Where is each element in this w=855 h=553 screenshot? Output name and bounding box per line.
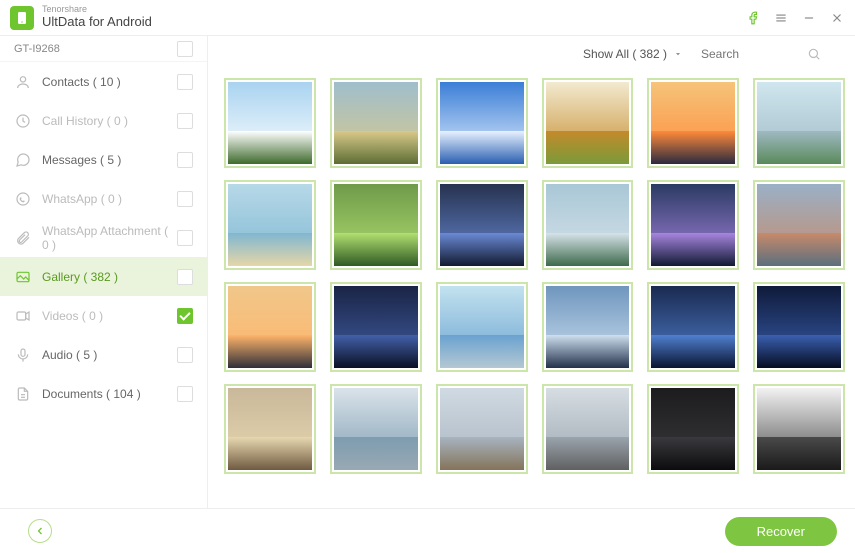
sidebar-item-checkbox[interactable] (177, 308, 193, 324)
thumbnail[interactable] (330, 180, 422, 270)
back-button[interactable] (28, 519, 52, 543)
sidebar-item-checkbox[interactable] (177, 191, 193, 207)
close-icon[interactable] (829, 10, 845, 26)
sidebar-item-label: Audio ( 5 ) (42, 348, 177, 362)
thumbnail[interactable] (224, 282, 316, 372)
sidebar-item-document[interactable]: Documents ( 104 ) (0, 374, 207, 413)
thumbnail[interactable] (224, 384, 316, 474)
menu-icon[interactable] (773, 10, 789, 26)
content-toolbar: Show All ( 382 ) (208, 36, 855, 68)
thumbnail[interactable] (753, 384, 845, 474)
whatsapp-icon (14, 190, 32, 208)
thumbnail[interactable] (330, 78, 422, 168)
thumbnail[interactable] (542, 282, 634, 372)
sidebar-item-label: Contacts ( 10 ) (42, 75, 177, 89)
thumbnail[interactable] (542, 180, 634, 270)
thumbnail[interactable] (330, 282, 422, 372)
sidebar-item-message[interactable]: Messages ( 5 ) (0, 140, 207, 179)
device-checkbox[interactable] (177, 41, 193, 57)
thumbnail[interactable] (753, 180, 845, 270)
titlebar: Tenorshare UltData for Android (0, 0, 855, 36)
footer: Recover (0, 508, 855, 553)
video-icon (14, 307, 32, 325)
thumbnail[interactable] (436, 384, 528, 474)
sidebar-item-checkbox[interactable] (177, 269, 193, 285)
thumbnail[interactable] (224, 180, 316, 270)
thumbnail[interactable] (753, 282, 845, 372)
sidebar-item-whatsapp[interactable]: WhatsApp ( 0 ) (0, 179, 207, 218)
sidebar-item-contact[interactable]: Contacts ( 10 ) (0, 62, 207, 101)
thumbnail[interactable] (647, 78, 739, 168)
sidebar-item-attachment[interactable]: WhatsApp Attachment ( 0 ) (0, 218, 207, 257)
thumbnail[interactable] (542, 384, 634, 474)
thumbnail[interactable] (647, 384, 739, 474)
sidebar: GT-I9268 Contacts ( 10 ) Call History ( 0… (0, 36, 208, 508)
sidebar-item-label: WhatsApp ( 0 ) (42, 192, 177, 206)
device-row[interactable]: GT-I9268 (0, 36, 207, 62)
filter-label: Show All ( 382 ) (583, 47, 667, 61)
minimize-icon[interactable] (801, 10, 817, 26)
sidebar-item-gallery[interactable]: Gallery ( 382 ) (0, 257, 207, 296)
sidebar-item-checkbox[interactable] (177, 152, 193, 168)
chevron-down-icon (673, 49, 683, 59)
thumbnail[interactable] (436, 282, 528, 372)
sidebar-item-label: Gallery ( 382 ) (42, 270, 177, 284)
search-box[interactable] (697, 45, 837, 63)
thumbnail-grid (208, 68, 855, 508)
thumbnail[interactable] (224, 78, 316, 168)
thumbnail[interactable] (647, 282, 739, 372)
thumbnail[interactable] (330, 384, 422, 474)
thumbnail[interactable] (647, 180, 739, 270)
thumbnail[interactable] (753, 78, 845, 168)
sidebar-item-video[interactable]: Videos ( 0 ) (0, 296, 207, 335)
feedback-icon[interactable] (745, 10, 761, 26)
search-icon (807, 47, 821, 61)
sidebar-item-checkbox[interactable] (177, 74, 193, 90)
search-input[interactable] (701, 47, 801, 61)
app-logo (10, 6, 34, 30)
thumbnail[interactable] (436, 180, 528, 270)
thumbnail[interactable] (542, 78, 634, 168)
sidebar-item-label: Videos ( 0 ) (42, 309, 177, 323)
sidebar-item-label: Documents ( 104 ) (42, 387, 177, 401)
contact-icon (14, 73, 32, 91)
sidebar-item-label: WhatsApp Attachment ( 0 ) (42, 224, 177, 252)
recover-button[interactable]: Recover (725, 517, 837, 546)
sidebar-item-checkbox[interactable] (177, 386, 193, 402)
sidebar-item-checkbox[interactable] (177, 113, 193, 129)
message-icon (14, 151, 32, 169)
content-pane: Show All ( 382 ) (208, 36, 855, 508)
sidebar-item-audio[interactable]: Audio ( 5 ) (0, 335, 207, 374)
attachment-icon (14, 229, 32, 247)
sidebar-item-clock[interactable]: Call History ( 0 ) (0, 101, 207, 140)
sidebar-item-checkbox[interactable] (177, 347, 193, 363)
filter-dropdown[interactable]: Show All ( 382 ) (583, 47, 683, 61)
sidebar-item-label: Messages ( 5 ) (42, 153, 177, 167)
sidebar-item-label: Call History ( 0 ) (42, 114, 177, 128)
thumbnail[interactable] (436, 78, 528, 168)
gallery-icon (14, 268, 32, 286)
sidebar-item-checkbox[interactable] (177, 230, 193, 246)
audio-icon (14, 346, 32, 364)
clock-icon (14, 112, 32, 130)
device-name: GT-I9268 (14, 43, 60, 55)
document-icon (14, 385, 32, 403)
product-label: UltData for Android (42, 15, 152, 29)
title-group: Tenorshare UltData for Android (42, 5, 152, 29)
